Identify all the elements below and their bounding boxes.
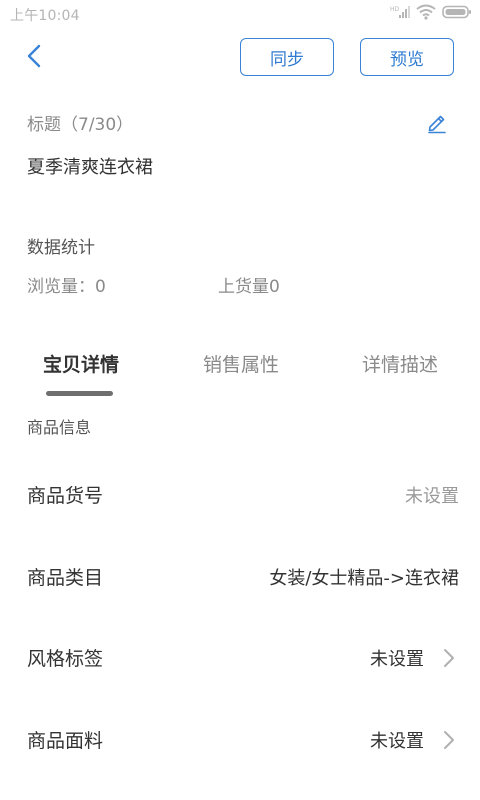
chevron-right-icon xyxy=(442,647,456,669)
tab-bar: 宝贝详情 销售属性 详情描述 xyxy=(0,340,480,400)
hd-signal-icon: HD xyxy=(390,4,410,20)
chevron-left-icon xyxy=(27,44,41,68)
row-value: 未设置 xyxy=(370,649,424,670)
row-value: 未设置 xyxy=(370,731,424,752)
active-tab-indicator xyxy=(46,391,113,396)
row-style-tags[interactable]: 风格标签 未设置 xyxy=(0,625,480,685)
row-product-fabric[interactable]: 商品面料 未设置 xyxy=(0,707,480,767)
chevron-right-icon xyxy=(442,729,456,751)
status-time: 上午10:04 xyxy=(10,8,80,24)
title-label: 标题（7/30） xyxy=(27,115,134,135)
title-value: 夏季清爽连衣裙 xyxy=(27,157,153,178)
product-info-heading: 商品信息 xyxy=(27,418,92,437)
sync-button[interactable]: 同步 xyxy=(240,38,334,76)
row-label: 商品货号 xyxy=(27,485,104,507)
pencil-icon[interactable] xyxy=(426,112,448,134)
row-value: 女装/女士精品->连衣裙 xyxy=(269,568,459,589)
status-icons: HD xyxy=(390,4,472,20)
tab-sales-attributes[interactable]: 销售属性 xyxy=(200,350,282,377)
header: 同步 预览 xyxy=(0,28,480,86)
row-label: 商品面料 xyxy=(27,730,104,752)
tab-detail-description[interactable]: 详情描述 xyxy=(359,350,441,377)
stat-views: 浏览量：0 xyxy=(27,277,106,297)
stats-heading: 数据统计 xyxy=(27,238,95,258)
row-product-sku[interactable]: 商品货号 未设置 xyxy=(0,462,480,522)
preview-button[interactable]: 预览 xyxy=(360,38,454,76)
svg-text:HD: HD xyxy=(390,6,400,13)
row-product-category[interactable]: 商品类目 女装/女士精品->连衣裙 xyxy=(0,544,480,604)
tab-item-details[interactable]: 宝贝详情 xyxy=(40,350,122,377)
wifi-icon xyxy=(416,4,436,20)
row-value: 未设置 xyxy=(405,486,459,507)
back-button[interactable] xyxy=(22,42,46,70)
row-label: 风格标签 xyxy=(27,648,104,670)
stat-listed: 上货量0 xyxy=(218,277,280,297)
row-label: 商品类目 xyxy=(27,567,104,589)
status-bar: 上午10:04 HD xyxy=(0,0,480,28)
battery-icon xyxy=(442,4,472,20)
